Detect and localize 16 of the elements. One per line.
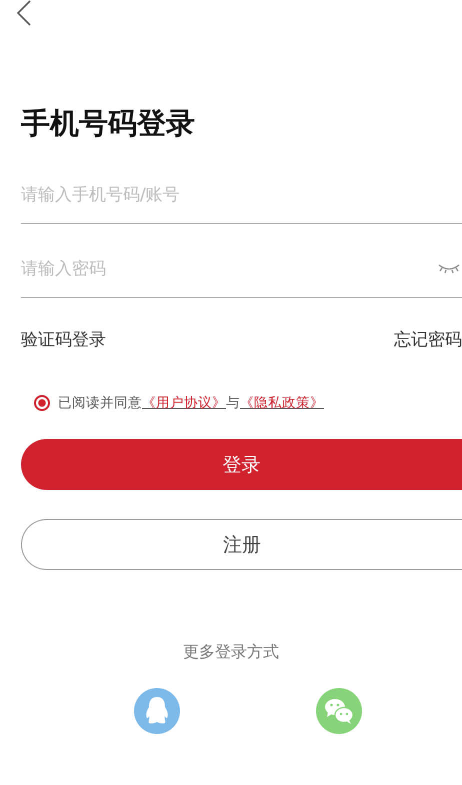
text-link[interactable]: 验证码登录 [21,326,106,354]
link[interactable]: 《用户协议》 [142,395,226,411]
more-login-label: 更多登录方式 [182,642,280,663]
radio-button[interactable] [34,395,50,411]
link[interactable]: 《隐私政策》 [240,395,324,411]
eye-closed-icon[interactable] [438,263,460,275]
back-icon[interactable] [16,0,32,26]
password-field[interactable]: 请输入密码 [21,254,438,284]
page-title: 手机号码登录 [21,105,196,142]
agreement-text: 已阅读并同意《用户协议》与《隐私政策》 [58,394,324,412]
input-field[interactable]: 请输入手机号码/账号 [21,180,462,210]
register-button[interactable]: 注册 [21,519,462,570]
text-link[interactable]: 忘记密码 [394,326,462,354]
penguin-icon[interactable] [134,688,180,734]
login-button[interactable]: 登录 [21,439,462,490]
chat-bubbles-icon[interactable] [316,688,362,734]
